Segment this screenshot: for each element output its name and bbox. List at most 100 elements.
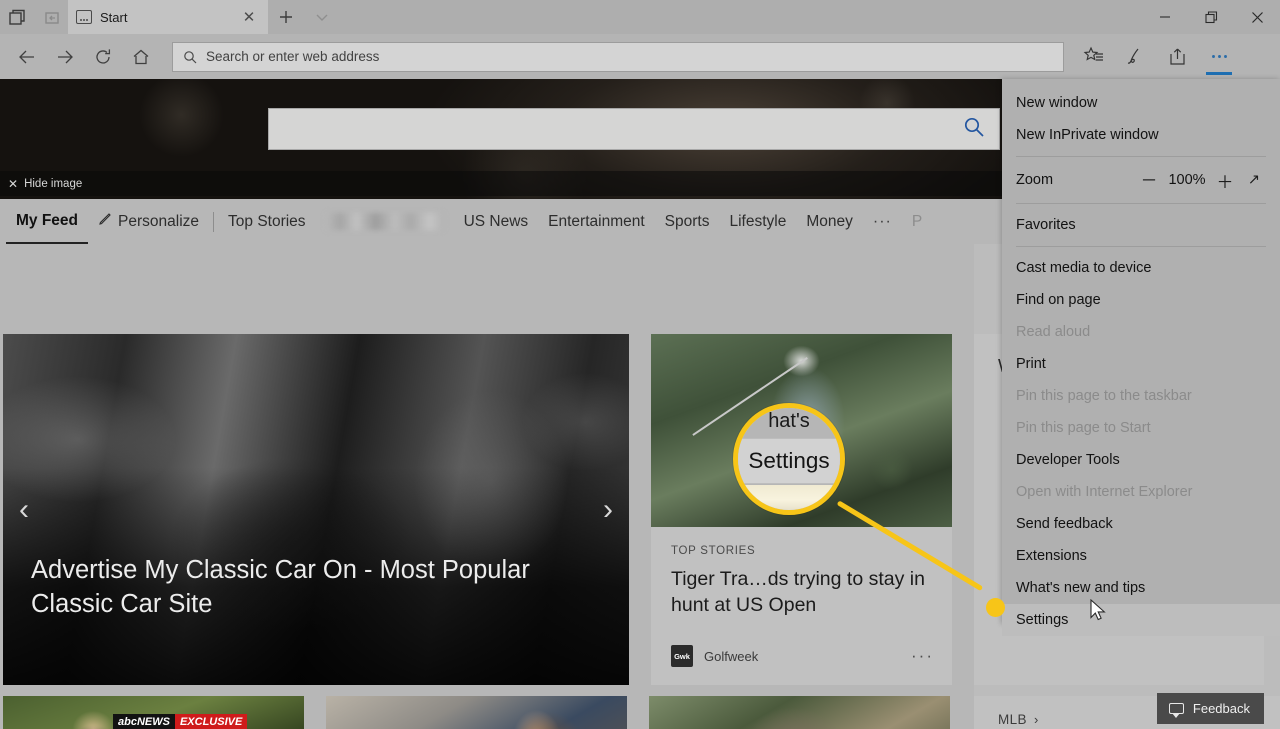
magnifier-glow — [738, 485, 840, 510]
menu-item-print[interactable]: Print — [1002, 348, 1280, 380]
news-card-abc[interactable]: abcNEWS EXCLUSIVE — [3, 696, 304, 729]
zoom-label: Zoom — [1016, 172, 1054, 188]
secondary-card-row: abcNEWS EXCLUSIVE — [3, 696, 950, 729]
web-notes-pen-icon[interactable] — [1114, 37, 1156, 77]
hide-image-label: Hide image — [24, 177, 83, 190]
minimize-button[interactable] — [1142, 0, 1188, 34]
fullscreen-icon[interactable]: ↗ — [1240, 172, 1268, 188]
feedback-icon — [1168, 703, 1184, 718]
back-button[interactable] — [8, 38, 46, 76]
set-tabs-aside-icon[interactable] — [34, 0, 68, 34]
mouse-cursor-icon — [1090, 598, 1107, 627]
address-bar[interactable]: Search or enter web address — [172, 41, 1064, 72]
menu-item-find-on-page[interactable]: Find on page — [1002, 284, 1280, 316]
feed-tab-label: Lifestyle — [729, 212, 787, 230]
close-tab-button[interactable]: ✕ — [238, 6, 260, 28]
search-icon — [184, 50, 197, 63]
address-input[interactable]: Search or enter web address — [206, 49, 379, 64]
feed-content: Advertise My Classic Car On - Most Popul… — [0, 244, 1280, 729]
abc-news-label: abcNEWS — [113, 714, 175, 729]
settings-magnifier-callout: hat's Settings — [733, 403, 845, 515]
navigation-toolbar: Search or enter web address — [0, 34, 1280, 79]
tab-preview-icon[interactable] — [0, 0, 34, 34]
magnifier-highlight-band: Settings — [738, 438, 840, 484]
tab-title: Start — [100, 9, 128, 25]
menu-item-new-window[interactable]: New window — [1002, 87, 1280, 119]
menu-item-new-inprivate-window[interactable]: New InPrivate window — [1002, 119, 1280, 151]
ad-hero-card[interactable]: Advertise My Classic Car On - Most Popul… — [3, 334, 629, 685]
zoom-level-value: 100% — [1168, 172, 1206, 188]
edge-browser-window: Start ✕ Search or enter web address ✕ Hi… — [0, 0, 1280, 729]
menu-item-favorites[interactable]: Favorites — [1002, 209, 1280, 241]
menu-item-settings[interactable]: Settings — [1002, 604, 1280, 636]
news-card-kitchen[interactable] — [326, 696, 627, 729]
story-headline: Tiger Tra…ds trying to stay in hunt at U… — [671, 568, 925, 616]
carousel-prev-icon[interactable]: ‹ — [9, 494, 39, 525]
feed-tab-entertainment[interactable]: Entertainment — [538, 199, 655, 244]
menu-separator — [1016, 246, 1266, 247]
new-tab-button[interactable] — [268, 0, 304, 34]
feed-tab-label: Money — [806, 212, 853, 230]
forward-button[interactable] — [46, 38, 84, 76]
menu-item-cast-media-to-device[interactable]: Cast media to device — [1002, 252, 1280, 284]
feed-tab-us-news[interactable]: US News — [454, 199, 539, 244]
feedback-label: Feedback — [1192, 701, 1250, 716]
zoom-out-button[interactable]: ─ — [1134, 170, 1164, 190]
share-icon[interactable] — [1156, 37, 1198, 77]
feed-tab-label: US News — [463, 212, 529, 230]
magnifier-settings-text: Settings — [748, 448, 830, 473]
menu-separator — [1016, 156, 1266, 157]
magnifier-content: hat's Settings — [738, 408, 840, 510]
magnifier-top-text: hat's — [768, 410, 810, 432]
close-window-button[interactable] — [1234, 0, 1280, 34]
carousel-next-icon[interactable]: › — [593, 494, 623, 525]
menu-item-open-with-internet-explorer: Open with Internet Explorer — [1016, 484, 1193, 500]
feed-tab-money[interactable]: Money — [796, 199, 863, 244]
favorites-star-icon[interactable] — [1072, 37, 1114, 77]
bing-search-magnifier-icon[interactable] — [963, 116, 985, 143]
feed-tab-cut-off[interactable]: P — [902, 199, 932, 244]
menu-item-extensions[interactable]: Extensions — [1002, 540, 1280, 572]
settings-and-more-menu[interactable]: New window New InPrivate window Zoom ─ 100% ＋… — [1002, 79, 1280, 636]
zoom-in-button[interactable]: ＋ — [1210, 168, 1240, 193]
mlb-title[interactable]: MLB — [998, 712, 1027, 727]
source-logo-icon: Gwk — [671, 645, 693, 667]
hero-banner: ✕ Hide image — [0, 79, 1008, 199]
ad-hero-title: Advertise My Classic Car On - Most Popul… — [31, 556, 530, 618]
menu-item-read-aloud: Read aloud — [1016, 324, 1091, 340]
settings-and-more-icon[interactable] — [1198, 37, 1240, 77]
abc-news-exclusive-badge: abcNEWS EXCLUSIVE — [113, 714, 248, 729]
feed-divider — [213, 211, 215, 232]
feed-tab-label: Entertainment — [548, 212, 645, 230]
browser-tab-start[interactable]: Start ✕ — [68, 0, 268, 34]
story-more-icon[interactable]: ··· — [911, 646, 934, 666]
refresh-button[interactable] — [84, 38, 122, 76]
pencil-icon — [98, 212, 112, 231]
home-button[interactable] — [122, 38, 160, 76]
restore-button[interactable] — [1188, 0, 1234, 34]
story-source: Golfweek — [704, 648, 759, 664]
feed-overflow-icon[interactable]: ··· — [863, 213, 902, 231]
menu-item-developer-tools[interactable]: Developer Tools — [1002, 444, 1280, 476]
hide-image-button[interactable]: ✕ Hide image — [0, 171, 1008, 196]
story-footer: Gwk Golfweek ··· — [671, 645, 934, 667]
close-x-icon: ✕ — [8, 176, 19, 191]
exclusive-label: EXCLUSIVE — [174, 714, 248, 729]
feed-tab-sports[interactable]: Sports — [655, 199, 720, 244]
feed-tab-my-feed[interactable]: My Feed — [6, 199, 89, 244]
menu-item-zoom: Zoom ─ 100% ＋ ↗ — [1002, 162, 1280, 198]
bing-search-box[interactable] — [268, 108, 1000, 150]
feed-tab-personalize[interactable]: Personalize — [88, 199, 209, 244]
chevron-down-icon[interactable] — [304, 0, 340, 34]
feed-tab-redacted[interactable] — [325, 213, 444, 230]
feed-tab-label: Top Stories — [228, 212, 306, 230]
chevron-right-icon[interactable]: › — [1034, 712, 1038, 727]
menu-item-what-s-new-and-tips[interactable]: What's new and tips — [1002, 572, 1280, 604]
feed-tab-top-stories[interactable]: Top Stories — [218, 199, 316, 244]
news-card-house[interactable] — [649, 696, 950, 729]
feedback-button[interactable]: Feedback — [1156, 693, 1264, 724]
feed-tab-lifestyle[interactable]: Lifestyle — [719, 199, 796, 244]
feed-nav: My Feed Personalize Top Stories US News … — [0, 199, 1008, 244]
menu-item-send-feedback[interactable]: Send feedback — [1002, 508, 1280, 540]
tab-bar: Start ✕ — [0, 0, 1280, 34]
